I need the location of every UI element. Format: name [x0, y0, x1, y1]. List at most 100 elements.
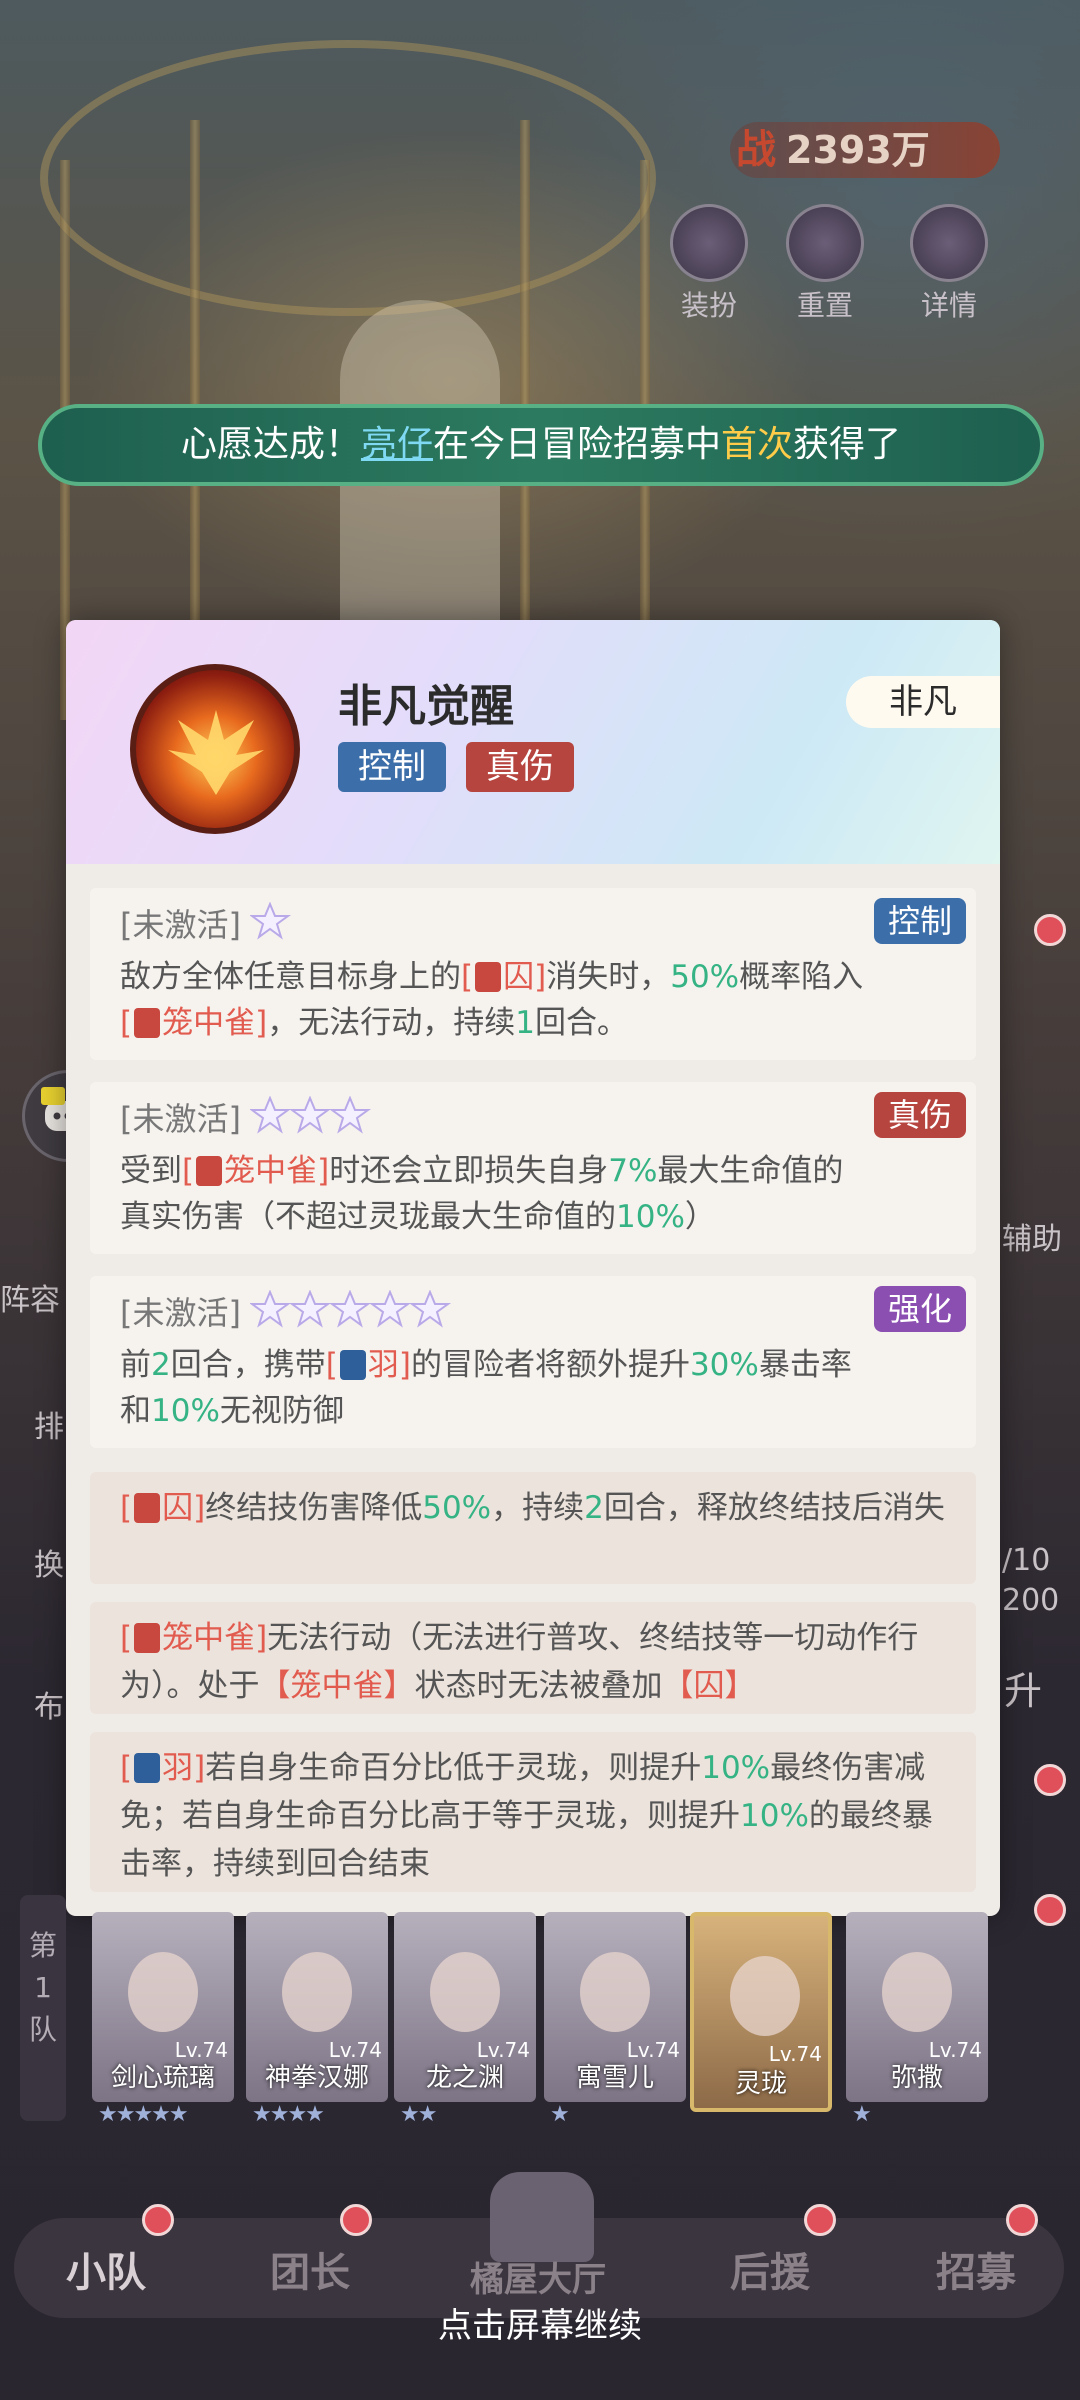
- hero-card-4[interactable]: Lv.74 寓雪儿: [544, 1912, 686, 2102]
- hero-portrait: [430, 1952, 500, 2032]
- side-label-lineup[interactable]: 阵容: [0, 1275, 60, 1319]
- wish-banner: 心愿达成！亮仔在今日冒险招募中首次获得了: [38, 404, 1044, 486]
- side-label[interactable]: 布: [34, 1682, 64, 1726]
- wish-text: 在今日冒险招募中: [432, 424, 721, 465]
- effect-feather: [羽]若自身生命百分比低于灵珑，则提升10%最终伤害减免；若自身生命百分比高于等…: [90, 1732, 976, 1892]
- upgrade-button[interactable]: 升: [1004, 1660, 1042, 1715]
- reset-button[interactable]: 重置: [780, 204, 870, 324]
- notification-dot: [142, 2204, 174, 2236]
- cage-icon: [196, 1156, 223, 1186]
- side-label[interactable]: 换: [34, 1540, 64, 1584]
- prison-icon: [134, 1493, 161, 1523]
- notification-dot: [1034, 1764, 1066, 1796]
- desc-number: 1: [515, 1005, 535, 1041]
- desc-keyword: [: [461, 959, 474, 995]
- effect-number: 10%: [740, 1798, 809, 1834]
- tier-tag-buff: 强化: [873, 1286, 966, 1332]
- hero-name: 剑心琉璃: [110, 2063, 215, 2093]
- notification-dot: [1034, 1894, 1066, 1926]
- nav-captain[interactable]: 团长: [270, 2240, 350, 2298]
- tier-tag-control: 控制: [873, 898, 966, 944]
- cage-icon: [134, 1008, 161, 1038]
- tap-to-continue[interactable]: 点击屏幕继续: [0, 2298, 1080, 2347]
- desc-number: 7%: [608, 1153, 658, 1189]
- cage-top-ring: [40, 40, 656, 316]
- team-label[interactable]: 第 1 队: [20, 1895, 66, 2121]
- effect-description: [囚]终结技伤害降低50%，持续2回合，释放终结技后消失: [120, 1484, 952, 1532]
- effect-keyword: [: [120, 1620, 133, 1656]
- notification-dot: [1034, 914, 1066, 946]
- feather-icon: [134, 1753, 161, 1783]
- desc-text: 最大生命值的: [657, 1153, 844, 1189]
- nav-support[interactable]: 后援: [730, 2240, 810, 2298]
- side-label[interactable]: 排: [34, 1402, 64, 1446]
- desc-text: 受到: [120, 1153, 182, 1189]
- hero-card-6[interactable]: Lv.74 弥撒: [846, 1912, 988, 2102]
- hero-portrait: [882, 1952, 952, 2032]
- hero-card-3[interactable]: Lv.74 龙之渊: [394, 1912, 536, 2102]
- effect-number: 50%: [422, 1490, 492, 1526]
- star-icon: [250, 902, 292, 940]
- phoenix-skill-icon: [130, 664, 300, 834]
- desc-keyword: 囚]: [503, 959, 547, 995]
- reset-label: 重置: [796, 289, 853, 322]
- desc-keyword: [: [182, 1153, 195, 1189]
- hero-name: 龙之渊: [425, 2063, 504, 2093]
- tier-description: 受到[笼中雀]时还会立即损失自身7%最大生命值的 真实伤害（不超过灵珑最大生命值的…: [120, 1148, 952, 1240]
- cage-icon: [134, 1623, 161, 1653]
- desc-keyword: [: [120, 1005, 133, 1041]
- side-label-support[interactable]: 辅助: [1002, 1214, 1062, 1258]
- nav-recruit[interactable]: 招募: [936, 2240, 1016, 2298]
- tier-status: [未激活]: [120, 1294, 241, 1332]
- team-label-text: 第: [28, 1929, 57, 1962]
- desc-text: 无视防御: [219, 1393, 344, 1429]
- skill-tier-2: [未激活] 真伤 受到[笼中雀]时还会立即损失自身7%最大生命值的 真实伤害（不超…: [90, 1082, 976, 1254]
- desc-text: 前: [120, 1347, 151, 1383]
- tier-tag-true-damage: 真伤: [873, 1092, 966, 1138]
- desc-text: ，无法行动，持续: [267, 1005, 516, 1041]
- power-value: 2393万: [786, 128, 930, 172]
- power-prefix: 战: [736, 127, 776, 173]
- dress-button[interactable]: 装扮: [664, 204, 754, 324]
- desc-text: 回合。: [534, 1005, 628, 1041]
- hero-stars: ★★: [400, 2102, 437, 2127]
- skill-card: 非凡觉醒 控制 真伤 非凡 [未激活] 控制 敌方全体任意目标身上的[囚]消失时…: [66, 620, 1000, 1916]
- rarity-badge: 非凡: [846, 676, 1000, 728]
- hero-card-1[interactable]: Lv.74 剑心琉璃: [92, 1912, 234, 2102]
- wish-text: 获得了: [793, 424, 902, 465]
- effect-text: 回合，释放终结技后消失: [603, 1490, 945, 1526]
- details-label: 详情: [920, 289, 977, 322]
- hero-card-2[interactable]: Lv.74 神拳汉娜: [246, 1912, 388, 2102]
- dress-label: 装扮: [680, 289, 737, 322]
- effect-keyword: [: [120, 1750, 133, 1786]
- desc-text: 时还会立即损失自身: [329, 1153, 609, 1189]
- desc-text: 概率陷入: [739, 959, 864, 995]
- hero-portrait: [580, 1952, 650, 2032]
- effect-keyword: [: [120, 1490, 133, 1526]
- nav-hall[interactable]: 橘屋大厅: [470, 2252, 606, 2301]
- hero-name: 寓雪儿: [575, 2063, 654, 2093]
- tag-true-damage: 真伤: [466, 742, 574, 792]
- skill-tier-3: [未激活] 强化 前2回合，携带[羽]的冒险者将额外提升30%暴击率 和10%无视…: [90, 1276, 976, 1448]
- effect-description: [羽]若自身生命百分比低于灵珑，则提升10%最终伤害减免；若自身生命百分比高于等…: [120, 1744, 952, 1888]
- hero-portrait: [730, 1956, 800, 2036]
- skill-name: 非凡觉醒: [338, 681, 514, 732]
- tier-status: [未激活]: [120, 1100, 241, 1138]
- hero-card-5-selected[interactable]: Lv.74 灵珑: [690, 1912, 832, 2112]
- effect-keyword: 【囚】: [662, 1668, 756, 1704]
- desc-text: ）: [684, 1199, 716, 1235]
- hero-name: 灵珑: [734, 2069, 787, 2099]
- effect-keyword: 【笼中雀】: [259, 1668, 415, 1704]
- details-button[interactable]: 详情: [904, 204, 994, 324]
- desc-text: 的冒险者将额外提升: [410, 1347, 690, 1383]
- notification-dot: [1006, 2204, 1038, 2236]
- effect-keyword: 羽]: [162, 1750, 206, 1786]
- reset-icon: [786, 204, 864, 282]
- effect-cage: [笼中雀]无法行动（无法进行普攻、终结技等一切动作行为）。处于【笼中雀】状态时无…: [90, 1602, 976, 1714]
- wish-hero-link[interactable]: 亮仔: [361, 424, 433, 465]
- notification-dot: [804, 2204, 836, 2236]
- effect-text: ，持续: [491, 1490, 585, 1526]
- desc-keyword: 笼中雀]: [224, 1153, 330, 1189]
- tier-status: [未激活]: [120, 906, 241, 944]
- nav-team[interactable]: 小队: [66, 2240, 146, 2298]
